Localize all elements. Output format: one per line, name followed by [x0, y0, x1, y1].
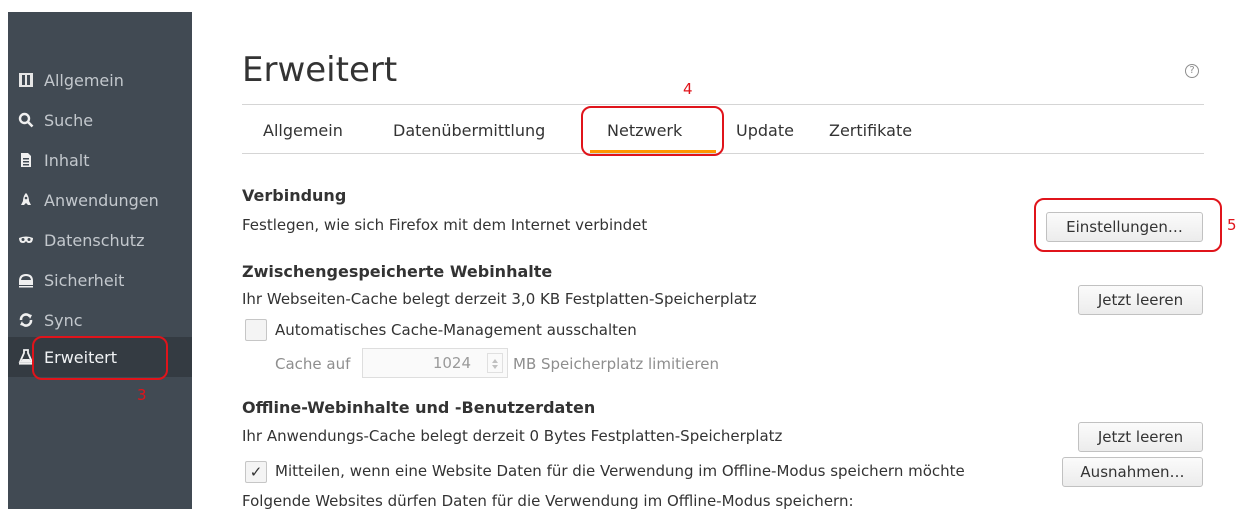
notify-offline-label: Mitteilen, wenn eine Website Daten für d…: [275, 462, 965, 480]
override-cache-label: Automatisches Cache-Management ausschalt…: [275, 321, 637, 339]
tab-allgemein[interactable]: Allgemein: [263, 120, 343, 146]
override-cache-checkbox[interactable]: [245, 319, 267, 341]
checkmark-icon: ✓: [249, 463, 263, 481]
main-panel: Erweitert ? 4 Allgemein Datenübermittlun…: [0, 0, 1243, 510]
annotation-box-tab: [581, 106, 724, 156]
allowed-sites-label: Folgende Websites dürfen Daten für die V…: [242, 492, 854, 510]
cache-size-value: 1024: [432, 354, 471, 372]
section-title-cache: Zwischengespeicherte Webinhalte: [242, 262, 553, 281]
divider: [242, 104, 1204, 105]
notify-offline-checkbox[interactable]: ✓: [245, 461, 267, 483]
offline-description: Ihr Anwendungs-Cache belegt derzeit 0 By…: [242, 427, 783, 445]
annotation-number: 4: [683, 80, 693, 98]
cache-size-input[interactable]: 1024: [362, 348, 508, 378]
clear-offline-button[interactable]: Jetzt leeren: [1078, 422, 1203, 452]
tab-datenuebermittlung[interactable]: Datenübermittlung: [393, 120, 545, 146]
cache-limit-suffix: MB Speicherplatz limitieren: [513, 355, 719, 373]
cache-limit-prefix: Cache auf: [275, 355, 351, 373]
clear-cache-button[interactable]: Jetzt leeren: [1078, 285, 1203, 315]
connection-description: Festlegen, wie sich Firefox mit dem Inte…: [242, 216, 648, 234]
help-icon[interactable]: ?: [1185, 64, 1199, 78]
page-title: Erweitert: [242, 50, 398, 90]
cache-description: Ihr Webseiten-Cache belegt derzeit 3,0 K…: [242, 290, 757, 308]
spinner-arrows-icon[interactable]: [487, 353, 503, 373]
tab-update[interactable]: Update: [736, 120, 794, 146]
tab-zertifikate[interactable]: Zertifikate: [829, 120, 912, 146]
section-title-offline: Offline-Webinhalte und -Benutzerdaten: [242, 398, 596, 417]
divider: [242, 153, 1204, 154]
exceptions-button[interactable]: Ausnahmen…: [1062, 457, 1203, 487]
annotation-number: 5: [1227, 216, 1237, 234]
annotation-box-button: [1034, 198, 1222, 252]
section-title-connection: Verbindung: [242, 186, 347, 205]
